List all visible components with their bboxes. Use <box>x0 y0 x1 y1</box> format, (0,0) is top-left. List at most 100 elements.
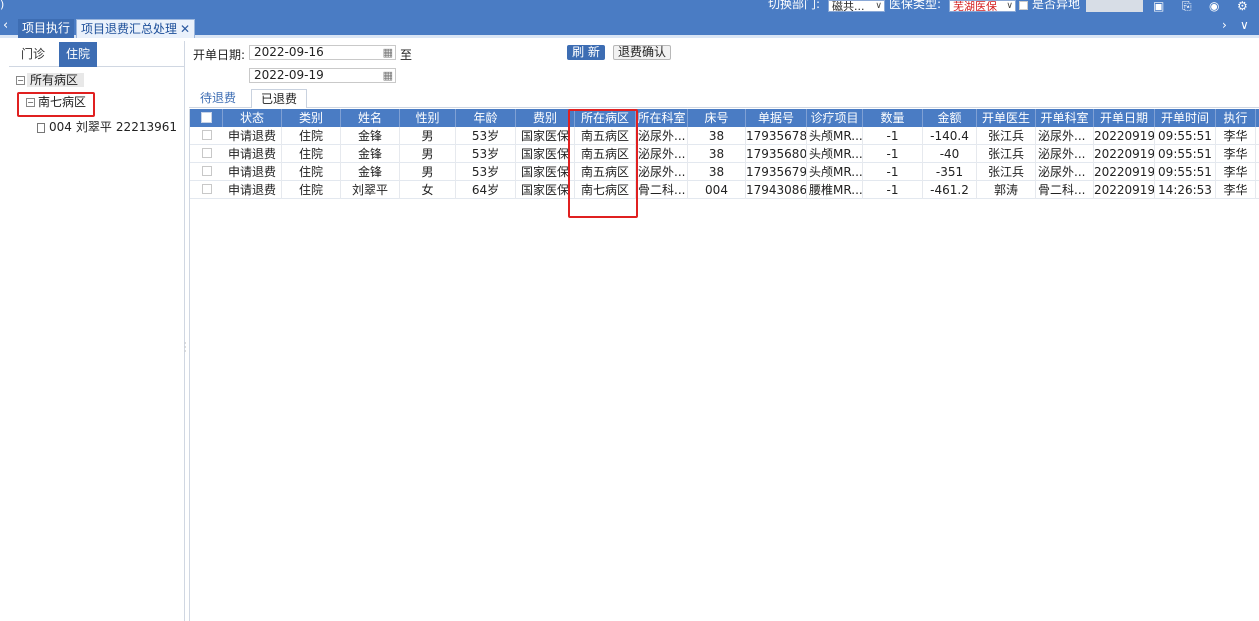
calendar-icon[interactable]: ▦ <box>383 69 393 82</box>
column-header[interactable]: 状态 <box>223 109 282 127</box>
table-cell: 住院 <box>282 127 341 145</box>
tab-outpatient[interactable]: 门诊 <box>14 42 52 67</box>
table-cell: 泌尿外... <box>1036 163 1094 181</box>
table-cell: 17935680 <box>746 145 807 163</box>
column-header[interactable]: 姓名 <box>341 109 400 127</box>
table-row[interactable]: 申请退费 住院 金锋男 53岁 国家医保 南五病区 泌尿外... 38 17935679 头颅MR… <box>190 163 1259 181</box>
gear-icon[interactable]: ⚙ <box>1237 0 1248 13</box>
tab-refunded[interactable]: 已退费 <box>251 89 308 108</box>
column-header[interactable]: 开单日期 <box>1094 109 1155 127</box>
table-cell: 64岁 <box>456 181 516 199</box>
left-panel-tabs: 门诊 住院 <box>9 41 185 67</box>
table-cell: 泌尿外... <box>1036 127 1094 145</box>
chevron-down-icon: ∨ <box>875 1 882 11</box>
table-cell: 住院 <box>282 145 341 163</box>
chevron-right-icon[interactable]: › <box>1222 18 1227 32</box>
table-cell: 腰椎MR... <box>809 181 863 199</box>
table-cell: 张江兵 <box>977 127 1036 145</box>
calendar-icon[interactable]: ▦ <box>383 46 393 59</box>
table-cell: 38 <box>688 145 746 163</box>
table-row[interactable]: 申请退费 住院 刘翠平女 64岁 国家医保 南七病区 骨二科... 004 17943086 腰椎… <box>190 181 1259 199</box>
tree-root-label: 所有病区 <box>27 73 85 87</box>
close-icon[interactable]: ✕ <box>180 22 190 36</box>
table-cell: 09:55:51 <box>1155 163 1216 181</box>
table-cell: 男 <box>400 163 456 181</box>
column-header[interactable]: 执行 <box>1216 109 1256 127</box>
insurance-select[interactable]: 芜湖医保 ∨ <box>949 0 1016 12</box>
chevron-down-icon[interactable]: ∨ <box>1240 18 1249 32</box>
table-cell: 53岁 <box>456 163 516 181</box>
table-cell: 20220919 <box>1094 127 1155 145</box>
table-cell: -1 <box>863 127 923 145</box>
export-icon[interactable]: ⎘ <box>1182 0 1192 14</box>
table-cell: 53岁 <box>456 145 516 163</box>
insurance-label: 医保类型: <box>889 0 942 11</box>
column-header[interactable]: 年龄 <box>456 109 516 127</box>
column-header[interactable]: 单据号 <box>746 109 807 127</box>
tab-project-exec[interactable]: 项目执行 <box>18 19 75 38</box>
table-cell: -351 <box>923 163 977 181</box>
refund-confirm-button[interactable]: 退费确认 <box>613 45 671 60</box>
column-header[interactable]: 所在科室 <box>636 109 688 127</box>
tab-refund-summary[interactable]: 项目退费汇总处理 ✕ <box>76 19 196 38</box>
column-header[interactable]: 数量 <box>863 109 923 127</box>
table-row[interactable]: 申请退费 住院 金锋男 53岁 国家医保 南五病区 泌尿外... 38 17935680 头颅MR… <box>190 145 1259 163</box>
tab-pending-refund[interactable]: 待退费 <box>191 89 245 108</box>
refresh-button[interactable]: 刷 新 <box>567 45 605 60</box>
tree-root[interactable]: − 所有病区 <box>16 73 85 88</box>
tab-inpatient[interactable]: 住院 <box>59 42 98 67</box>
eye-icon[interactable]: ◉ <box>1209 0 1219 13</box>
table-cell: 国家医保 <box>516 145 575 163</box>
column-header[interactable]: 开单时间 <box>1155 109 1216 127</box>
column-header[interactable]: 床号 <box>688 109 746 127</box>
table-cell: -1 <box>863 163 923 181</box>
row-checkbox[interactable] <box>202 130 212 140</box>
column-header[interactable]: 类别 <box>282 109 341 127</box>
column-header[interactable]: 性别 <box>400 109 456 127</box>
tree-leaf-patient[interactable]: 004 刘翠平 22213961 <box>37 120 181 135</box>
end-date-value: 2022-09-19 <box>254 68 324 82</box>
left-panel: 门诊 住院 − 所有病区 − 南七病区 004 刘翠平 22213961 <box>9 41 185 621</box>
refund-table: 状态 类别 姓名 性别 年龄 费别 所在病区 所在科室 床号 单据号 诊疗项目 数量 金额 开单医生 开单科… <box>189 109 1259 621</box>
table-cell: 国家医保 <box>516 127 575 145</box>
row-checkbox[interactable] <box>202 184 212 194</box>
remote-label: 是否异地 <box>1032 0 1081 11</box>
leaf-bed: 004 <box>49 120 72 134</box>
column-header[interactable]: 费别 <box>516 109 575 127</box>
table-cell: 38 <box>688 163 746 181</box>
table-cell: 14:26:53 <box>1155 181 1216 199</box>
table-cell: -1 <box>863 145 923 163</box>
column-header[interactable]: 诊疗项目 <box>807 109 863 127</box>
collapse-icon[interactable]: − <box>16 76 25 85</box>
dept-select[interactable]: 磁共... ∨ <box>828 0 885 12</box>
start-date-input[interactable]: 2022-09-16 ▦ <box>249 45 396 60</box>
column-header[interactable]: 金额 <box>923 109 977 127</box>
table-header: 状态 类别 姓名 性别 年龄 费别 所在病区 所在科室 床号 单据号 诊疗项目 数量 金额 开单医生 开单科… <box>190 109 1259 127</box>
column-header[interactable]: 开单科室 <box>1036 109 1094 127</box>
table-cell: 09:55:51 <box>1155 127 1216 145</box>
leaf-id: 22213961 <box>115 120 177 134</box>
table-cell: -40 <box>923 145 977 163</box>
table-cell: 刘翠平 <box>341 181 400 199</box>
remote-checkbox[interactable] <box>1019 1 1028 10</box>
remote-field[interactable] <box>1086 0 1143 12</box>
end-date-input[interactable]: 2022-09-19 ▦ <box>249 68 396 83</box>
monitor-icon[interactable]: ▣ <box>1153 0 1164 13</box>
chevron-left-icon[interactable]: ‹ <box>3 18 8 33</box>
row-checkbox[interactable] <box>202 148 212 158</box>
table-cell: 骨二科... <box>636 181 688 199</box>
table-cell: 20220919 <box>1094 145 1155 163</box>
table-cell: 53岁 <box>456 127 516 145</box>
dept-select-value: 磁共... <box>832 0 865 12</box>
table-row[interactable]: 申请退费 住院 金锋男 53岁 国家医保 南五病区 泌尿外... 38 17935678 头颅MR… <box>190 127 1259 145</box>
select-all-checkbox[interactable] <box>201 112 212 123</box>
top-bar: ) 切换部门: 磁共... ∨ 医保类型: 芜湖医保 ∨ 是否异地 ▣ ⎘ ◉ … <box>0 0 1259 15</box>
insurance-select-value: 芜湖医保 <box>953 0 997 12</box>
table-cell: 泌尿外... <box>636 127 688 145</box>
column-header[interactable]: 开单医生 <box>977 109 1036 127</box>
header-select-all[interactable] <box>190 109 223 127</box>
table-cell: 金锋 <box>341 163 400 181</box>
row-checkbox[interactable] <box>202 166 212 176</box>
splitter-handle[interactable]: · · · <box>184 340 187 356</box>
highlight-box-ward <box>17 92 95 117</box>
